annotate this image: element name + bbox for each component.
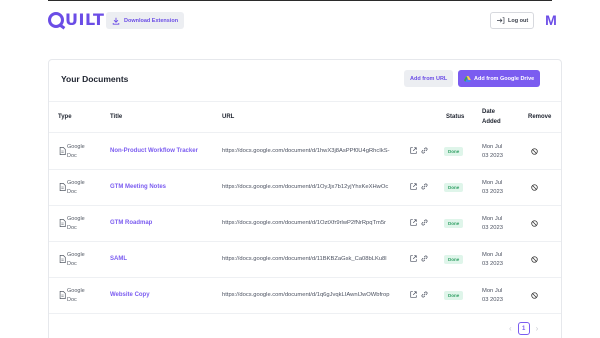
logout-button[interactable]: Log out — [490, 12, 535, 29]
google-drive-icon — [464, 75, 471, 82]
column-header-type: Type — [58, 114, 72, 120]
document-title-link[interactable]: GTM Meeting Notes — [110, 184, 166, 190]
external-link-icon[interactable] — [410, 183, 417, 190]
remove-icon[interactable] — [531, 292, 538, 299]
logo-text: UILT — [65, 10, 105, 29]
remove-icon[interactable] — [531, 148, 538, 155]
date-added-line2: 03 2023 — [482, 225, 503, 231]
document-url: https://docs.google.com/document/d/1hwX3… — [222, 148, 390, 154]
type-label-line2: Doc — [67, 261, 77, 267]
documents-card: Your Documents Add from URL Add from Goo… — [48, 59, 562, 338]
status-badge: Done — [444, 183, 464, 192]
table-row: Google Doc GTM Meeting Notes https://doc… — [49, 170, 561, 206]
link-icon[interactable] — [421, 147, 428, 154]
table-row: Google Doc Website Copy https://docs.goo… — [49, 278, 561, 314]
download-extension-label: Download Extension — [124, 17, 179, 24]
type-label-line2: Doc — [67, 225, 77, 231]
external-link-icon[interactable] — [410, 219, 417, 226]
pagination: ‹ 1 › — [509, 322, 538, 335]
status-badge: Done — [444, 255, 464, 264]
type-label-line1: Google — [67, 144, 85, 150]
type-label-line2: Doc — [67, 189, 77, 195]
type-label-line1: Google — [67, 288, 85, 294]
remove-icon[interactable] — [531, 220, 538, 227]
type-label-line1: Google — [67, 180, 85, 186]
document-icon — [59, 219, 66, 227]
remove-icon[interactable] — [531, 184, 538, 191]
date-added-line1: Mon Jul — [482, 252, 503, 258]
date-added-line2: 03 2023 — [482, 297, 503, 303]
download-icon — [112, 17, 120, 25]
logout-icon — [497, 17, 505, 24]
page-1-button[interactable]: 1 — [517, 322, 530, 335]
table-row: Google Doc SAML https://docs.google.com/… — [49, 242, 561, 278]
table-row: Google Doc GTM Roadmap https://docs.goog… — [49, 206, 561, 242]
document-title-link[interactable]: Non-Product Workflow Tracker — [110, 148, 198, 154]
remove-icon[interactable] — [531, 256, 538, 263]
type-label-line2: Doc — [67, 153, 77, 159]
document-url: https://docs.google.com/document/d/1OztX… — [222, 220, 386, 226]
date-added-line1: Mon Jul — [482, 180, 503, 186]
document-url: https://docs.google.com/document/d/1OyJj… — [222, 184, 389, 190]
next-page-button[interactable]: › — [536, 324, 539, 333]
previous-page-button[interactable]: ‹ — [509, 324, 512, 333]
document-icon — [59, 183, 66, 191]
document-url: https://docs.google.com/document/d/11BKB… — [222, 256, 387, 262]
column-header-status: Status — [446, 114, 465, 120]
status-badge: Done — [444, 219, 464, 228]
link-icon[interactable] — [421, 183, 428, 190]
document-title-link[interactable]: SAML — [110, 256, 127, 262]
link-icon[interactable] — [421, 255, 428, 262]
link-icon[interactable] — [421, 219, 428, 226]
column-header-date-added-line1: Date — [482, 109, 496, 115]
table-header: Type Title URL Status Date Added Remove — [49, 101, 561, 133]
date-added-line1: Mon Jul — [482, 144, 503, 150]
top-divider — [48, 0, 552, 1]
status-badge: Done — [444, 147, 464, 156]
column-header-date-added-line2: Added — [482, 119, 501, 125]
type-label-line1: Google — [67, 252, 85, 258]
avatar[interactable]: M — [543, 11, 559, 29]
app-header: UILT Download Extension Log out M — [48, 9, 560, 31]
external-link-icon[interactable] — [410, 255, 417, 262]
add-from-google-drive-button[interactable]: Add from Google Drive — [458, 70, 541, 87]
date-added-line1: Mon Jul — [482, 288, 503, 294]
download-extension-button[interactable]: Download Extension — [106, 12, 185, 29]
date-added-line2: 03 2023 — [482, 261, 503, 267]
external-link-icon[interactable] — [410, 147, 417, 154]
column-header-title: Title — [110, 114, 123, 120]
column-header-remove: Remove — [528, 114, 552, 120]
date-added-line2: 03 2023 — [482, 189, 503, 195]
table-row: Google Doc Non-Product Workflow Tracker … — [49, 134, 561, 170]
date-added-line1: Mon Jul — [482, 216, 503, 222]
document-title-link[interactable]: GTM Roadmap — [110, 220, 152, 226]
document-icon — [59, 255, 66, 263]
document-title-link[interactable]: Website Copy — [110, 292, 150, 298]
quilt-logo[interactable]: UILT — [48, 10, 104, 30]
type-label-line2: Doc — [67, 297, 77, 303]
external-link-icon[interactable] — [410, 291, 417, 298]
date-added-line2: 03 2023 — [482, 153, 503, 159]
type-label-line1: Google — [67, 216, 85, 222]
status-badge: Done — [444, 291, 464, 300]
logout-label: Log out — [508, 17, 529, 24]
page-title: Your Documents — [61, 74, 129, 84]
document-icon — [59, 147, 66, 155]
column-header-url: URL — [222, 114, 235, 120]
document-url: https://docs.google.com/document/d/1q6gJ… — [222, 292, 390, 298]
logo-q-mark — [48, 12, 64, 28]
link-icon[interactable] — [421, 291, 428, 298]
add-from-url-button[interactable]: Add from URL — [404, 70, 454, 87]
document-icon — [59, 291, 66, 299]
add-from-google-drive-label: Add from Google Drive — [474, 75, 535, 82]
